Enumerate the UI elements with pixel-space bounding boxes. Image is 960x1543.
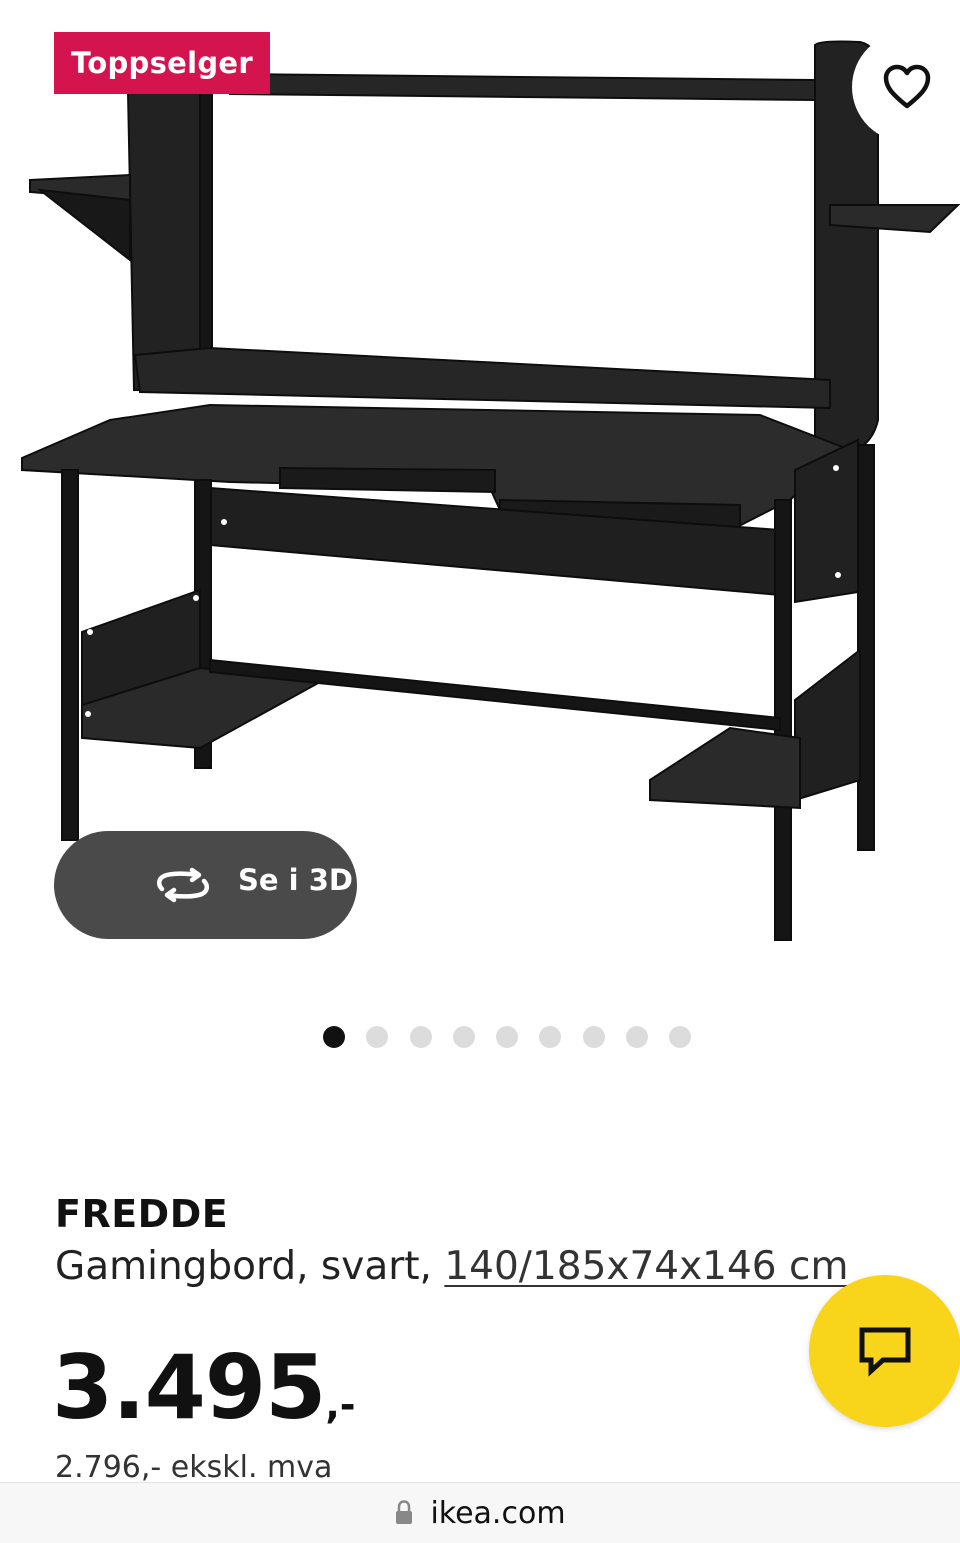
- browser-address-bar[interactable]: ikea.com: [0, 1482, 960, 1543]
- pagination-dot[interactable]: [366, 1026, 389, 1048]
- url-text: ikea.com: [430, 1495, 566, 1531]
- chat-button[interactable]: [809, 1275, 960, 1427]
- pagination-dot[interactable]: [626, 1026, 649, 1048]
- product-name: FREDDE: [55, 1192, 229, 1236]
- top-seller-badge: Toppselger: [54, 32, 270, 94]
- product-dimensions-link[interactable]: 140/185x74x146 cm: [444, 1244, 848, 1289]
- pagination-dot[interactable]: [496, 1026, 519, 1048]
- pagination-dot[interactable]: [582, 1026, 605, 1048]
- view-3d-label: Se i 3D: [238, 863, 353, 897]
- price-suffix: ,-: [325, 1383, 356, 1427]
- rotate-3d-icon: [157, 867, 209, 903]
- pagination-dot[interactable]: [539, 1026, 562, 1048]
- heart-icon: [883, 64, 931, 109]
- product-gallery[interactable]: Toppselger Se i 3D: [0, 0, 960, 1000]
- product-image[interactable]: [0, 0, 960, 960]
- pagination-dot[interactable]: [669, 1026, 692, 1048]
- product-type: Gamingbord, svart,: [55, 1244, 445, 1289]
- chat-bubble-icon: [859, 1327, 911, 1377]
- gallery-pagination[interactable]: [323, 1026, 713, 1048]
- product-description: Gamingbord, svart, 140/185x74x146 cm: [55, 1244, 848, 1289]
- favorite-button[interactable]: [852, 32, 960, 142]
- lock-icon: [396, 1500, 413, 1524]
- pagination-dot[interactable]: [323, 1026, 345, 1048]
- pagination-dot[interactable]: [452, 1026, 475, 1048]
- price-value: 3.495: [52, 1336, 326, 1439]
- view-3d-button[interactable]: Se i 3D: [54, 831, 357, 939]
- price-excl-vat: 2.796,- ekskl. mva: [55, 1450, 333, 1485]
- pagination-dot[interactable]: [409, 1026, 432, 1048]
- product-price: 3.495 ,-: [52, 1336, 356, 1439]
